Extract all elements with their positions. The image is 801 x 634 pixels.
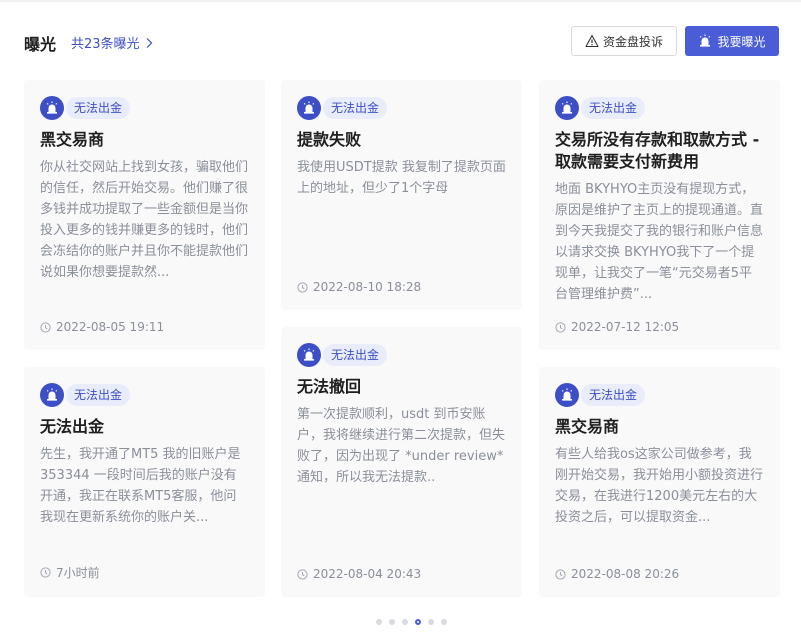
category-tag: 无法出金	[40, 383, 249, 407]
card-title: 无法撤回	[297, 377, 362, 396]
card-title: 黑交易商	[40, 130, 105, 149]
exposure-card[interactable]: 无法出金 无法出金 先生，我开通了MT5 我的旧账户是353344 一段时间后我…	[24, 367, 265, 597]
card-timestamp: 2022-08-04 20:43	[297, 567, 421, 581]
clock-icon	[40, 321, 51, 333]
alarm-icon	[297, 343, 321, 367]
alarm-icon	[40, 96, 64, 120]
card-timestamp: 7小时前	[40, 564, 100, 581]
card-title: 黑交易商	[555, 417, 620, 436]
card-title: 提款失败	[297, 130, 362, 149]
fund-scheme-complaint-button[interactable]: 资金盘投诉	[571, 26, 677, 56]
submit-exposure-label: 我要曝光	[717, 34, 766, 49]
top-divider	[0, 0, 801, 2]
category-tag: 无法出金	[297, 343, 506, 367]
card-timestamp: 2022-08-08 20:26	[555, 567, 679, 581]
clock-icon	[40, 567, 51, 578]
carousel-pagination	[376, 619, 447, 625]
category-tag-label: 无法出金	[66, 97, 131, 119]
category-tag: 无法出金	[555, 96, 764, 120]
clock-icon	[297, 568, 308, 580]
clock-icon	[555, 568, 566, 580]
exposure-card[interactable]: 无法出金 交易所没有存款和取款方式 - 取款需要支付新费用 地面 BKYHYO主…	[539, 80, 780, 350]
alarm-icon	[297, 96, 321, 120]
card-title: 无法出金	[40, 417, 105, 436]
category-tag: 无法出金	[40, 96, 249, 120]
pagination-dot[interactable]	[402, 619, 408, 625]
alarm-icon	[40, 383, 64, 407]
exposure-count-link[interactable]: 共23条曝光	[71, 33, 154, 52]
category-tag-label: 无法出金	[581, 97, 646, 119]
card-description: 先生，我开通了MT5 我的旧账户是353344 一段时间后我的账户没有开通，我正…	[40, 447, 241, 525]
exposure-card[interactable]: 无法出金 提款失败 我使用USDT提款 我复制了提款页面上的地址，但少了1个字母…	[281, 80, 522, 310]
card-time-text: 2022-08-04 20:43	[313, 567, 422, 581]
pagination-dot[interactable]	[441, 619, 447, 625]
category-tag: 无法出金	[297, 96, 506, 120]
warning-icon	[585, 34, 599, 48]
alarm-icon	[700, 34, 711, 47]
submit-exposure-button[interactable]: 我要曝光	[685, 26, 779, 56]
category-tag-label: 无法出金	[581, 384, 646, 406]
clock-icon	[555, 321, 566, 333]
card-title: 交易所没有存款和取款方式 - 取款需要支付新费用	[555, 130, 760, 171]
clock-icon	[297, 281, 308, 293]
exposure-card[interactable]: 无法出金 黑交易商 有些人给我os这家公司做参考，我刚开始交易，我开始用小额投资…	[539, 367, 780, 597]
category-tag-label: 无法出金	[66, 384, 131, 406]
card-time-text: 2022-08-08 20:26	[571, 567, 680, 581]
pagination-dot[interactable]	[389, 619, 395, 625]
fund-scheme-complaint-label: 资金盘投诉	[602, 34, 663, 49]
card-timestamp: 2022-07-12 12:05	[555, 320, 679, 334]
alarm-icon	[555, 383, 579, 407]
card-description: 地面 BKYHYO主页没有提现方式，原因是维护了主页上的提现通道。直到今天我提交…	[555, 182, 764, 302]
exposure-card[interactable]: 无法出金 无法撤回 第一次提款顺利，usdt 到币安账户，我将继续进行第二次提款…	[281, 327, 522, 597]
pagination-dot[interactable]	[376, 619, 382, 625]
card-time-text: 2022-08-05 19:11	[56, 320, 165, 334]
card-description: 第一次提款顺利，usdt 到币安账户，我将继续进行第二次提款，但失败了，因为出现…	[297, 407, 506, 485]
card-description: 有些人给我os这家公司做参考，我刚开始交易，我开始用小额投资进行交易，在我进行1…	[555, 447, 764, 525]
chevron-right-icon	[146, 37, 152, 48]
pagination-dot[interactable]	[428, 619, 434, 625]
category-tag: 无法出金	[555, 383, 764, 407]
section-header: 曝光 共23条曝光 资金盘投诉 我要曝光	[0, 24, 801, 58]
alarm-icon	[555, 96, 579, 120]
card-description: 你从社交网站上找到女孩，骗取他们的信任，然后开始交易。他们赚了很多钱并成功提取了…	[40, 160, 249, 280]
pagination-dot-active[interactable]	[415, 619, 421, 625]
card-time-text: 7小时前	[56, 566, 100, 580]
card-time-text: 2022-08-10 18:28	[313, 280, 422, 294]
card-time-text: 2022-07-12 12:05	[571, 320, 680, 334]
exposure-count-label: 共23条曝光	[71, 37, 140, 52]
category-tag-label: 无法出金	[323, 344, 388, 366]
category-tag-label: 无法出金	[323, 97, 388, 119]
section-title: 曝光	[24, 35, 57, 54]
card-description: 我使用USDT提款 我复制了提款页面上的地址，但少了1个字母	[297, 160, 506, 196]
card-timestamp: 2022-08-10 18:28	[297, 280, 421, 294]
exposure-card[interactable]: 无法出金 黑交易商 你从社交网站上找到女孩，骗取他们的信任，然后开始交易。他们赚…	[24, 80, 265, 350]
card-timestamp: 2022-08-05 19:11	[40, 320, 164, 334]
